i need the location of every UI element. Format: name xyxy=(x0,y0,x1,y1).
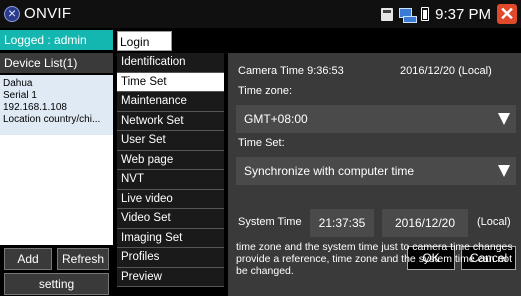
menu-item-nvt[interactable]: NVT xyxy=(117,170,224,190)
setting-button[interactable]: setting xyxy=(4,273,109,295)
status-clock: 9:37 PM xyxy=(435,5,491,23)
onvif-app-icon xyxy=(4,5,20,22)
menu-item-user-set[interactable]: User Set xyxy=(117,131,224,151)
camera-time: Camera Time 9:36:53 xyxy=(238,65,344,77)
menu-item-time-set[interactable]: Time Set xyxy=(117,72,224,92)
sd-card-icon xyxy=(381,7,394,21)
menu-item-profiles[interactable]: Profiles xyxy=(117,248,224,268)
device-list-header: Device List(1) xyxy=(0,53,113,73)
menu-item-maintenance[interactable]: Maintenance xyxy=(117,92,224,112)
system-time-field[interactable]: 21:37:35 xyxy=(310,209,374,237)
time-set-note: time zone and the system time just to ca… xyxy=(236,241,513,277)
logged-in-status: Logged : admin xyxy=(0,30,113,50)
camera-date: 2016/12/20 (Local) xyxy=(400,65,492,77)
title-bar: ONVIF 9:37 PM ✕ xyxy=(0,0,521,28)
dropdown-arrow-icon xyxy=(498,113,510,125)
timeset-value: Synchronize with computer time xyxy=(244,164,415,178)
battery-icon xyxy=(421,7,430,21)
menu-item-imaging-set[interactable]: Imaging Set xyxy=(117,228,224,248)
system-date-field[interactable]: 2016/12/20 xyxy=(382,209,468,237)
device-list: Dahua Serial 1 192.168.1.108 Location co… xyxy=(0,75,113,245)
timezone-select[interactable]: GMT+08:00 xyxy=(236,105,516,133)
timezone-value: GMT+08:00 xyxy=(244,112,308,126)
function-menu: Identification Time Set Maintenance Netw… xyxy=(117,53,224,296)
menu-item-identification[interactable]: Identification xyxy=(117,53,224,73)
menu-item-video-set[interactable]: Video Set xyxy=(117,209,224,229)
timezone-label: Time zone: xyxy=(238,85,293,97)
system-time-label: System Time xyxy=(238,216,302,228)
timeset-select[interactable]: Synchronize with computer time xyxy=(236,157,516,185)
close-icon: ✕ xyxy=(499,4,515,24)
logout-button[interactable]: Login Out xyxy=(117,31,172,69)
local-label: (Local) xyxy=(477,216,511,228)
device-name: Dahua xyxy=(3,78,33,89)
app-title: ONVIF xyxy=(24,5,72,22)
menu-item-live-video[interactable]: Live video xyxy=(117,189,224,209)
timeset-label: Time Set: xyxy=(238,137,285,149)
status-area: 9:37 PM xyxy=(381,5,491,23)
refresh-button[interactable]: Refresh xyxy=(57,248,109,270)
device-location: Location country/chi... xyxy=(3,114,101,125)
add-device-button[interactable]: Add xyxy=(4,248,52,270)
dropdown-arrow-icon xyxy=(498,165,510,177)
close-button[interactable]: ✕ xyxy=(497,4,517,24)
device-serial: Serial 1 xyxy=(3,90,37,101)
menu-item-network-set[interactable]: Network Set xyxy=(117,111,224,131)
network-icon xyxy=(399,7,418,23)
menu-item-web-page[interactable]: Web page xyxy=(117,150,224,170)
device-item[interactable]: Dahua Serial 1 192.168.1.108 Location co… xyxy=(0,75,113,135)
device-ip: 192.168.1.108 xyxy=(3,102,67,113)
menu-item-preview[interactable]: Preview xyxy=(117,267,224,287)
